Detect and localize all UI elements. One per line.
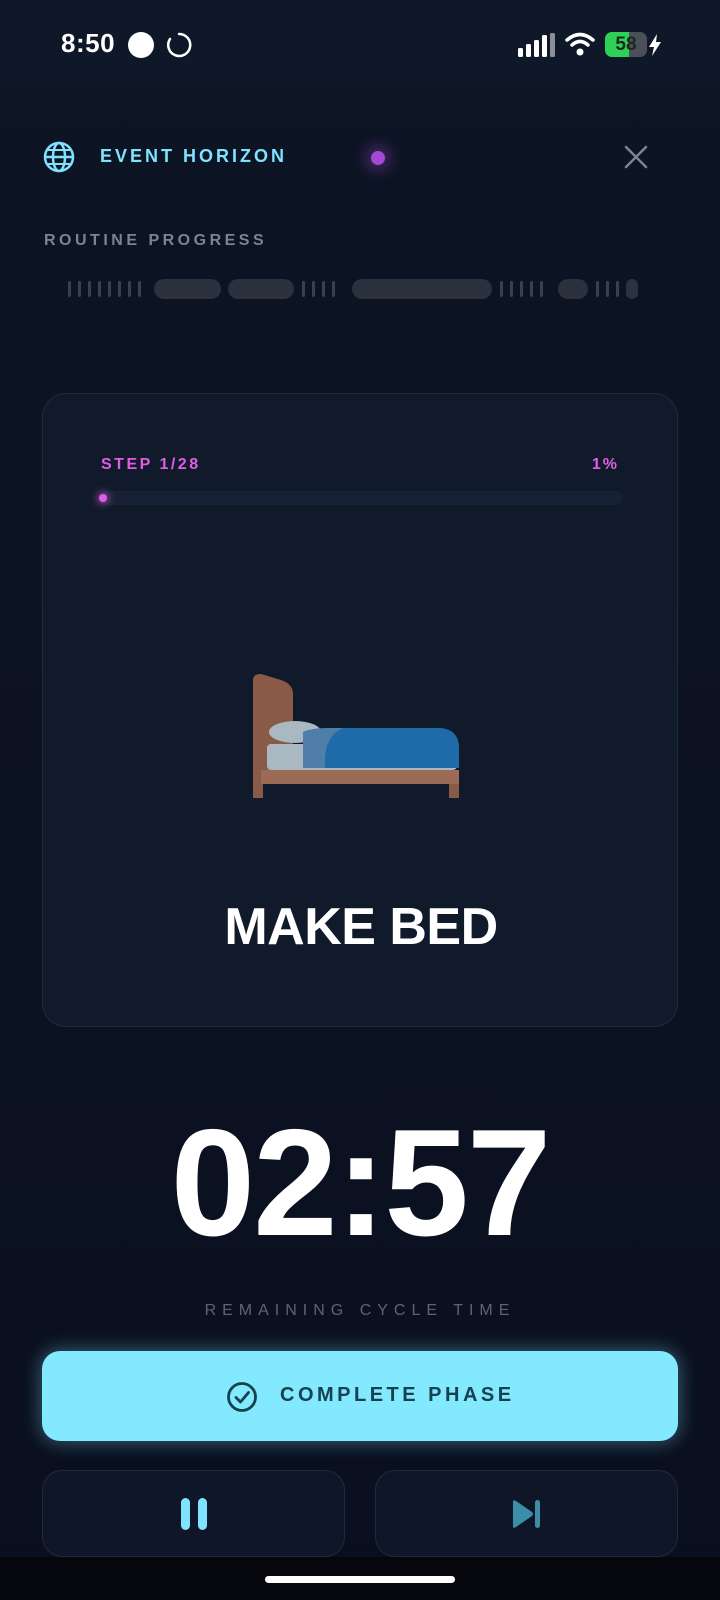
routine-tick — [128, 281, 131, 297]
bed-icon — [253, 674, 459, 798]
routine-tick — [510, 281, 513, 297]
battery-level: 58 — [615, 34, 637, 55]
routine-tick — [500, 281, 503, 297]
routine-tick — [98, 281, 101, 297]
routine-tick — [596, 281, 599, 297]
countdown-timer: 02:57 — [170, 1098, 552, 1268]
task-title: MAKE BED — [224, 898, 498, 956]
status-bar: 8:50 58 — [0, 0, 720, 88]
task-card: STEP 1/28 1% MAKE BED — [42, 393, 678, 1027]
routine-tick — [322, 281, 325, 297]
routine-segment — [558, 279, 588, 299]
routine-tick — [606, 281, 609, 297]
step-progress-track — [99, 491, 623, 505]
routine-segment — [626, 279, 638, 299]
routine-tick — [520, 281, 523, 297]
routine-tick — [616, 281, 619, 297]
routine-tick — [118, 281, 121, 297]
home-indicator[interactable] — [265, 1576, 455, 1583]
battery-indicator: 58 — [605, 32, 647, 57]
cellular-signal-icon — [518, 33, 555, 57]
skip-button[interactable] — [375, 1470, 678, 1557]
pause-icon — [181, 1498, 207, 1530]
routine-tick — [78, 281, 81, 297]
loading-ring-icon — [167, 32, 192, 58]
routine-segment — [228, 279, 294, 299]
routine-tick — [312, 281, 315, 297]
charging-bolt-icon — [649, 34, 661, 56]
routine-tick — [68, 281, 71, 297]
routine-progress-bar — [68, 279, 654, 299]
complete-phase-button[interactable]: COMPLETE PHASE — [42, 1351, 678, 1441]
complete-phase-label: COMPLETE PHASE — [280, 1384, 515, 1406]
status-glow-dot — [371, 151, 385, 165]
routine-tick — [108, 281, 111, 297]
globe-icon[interactable] — [43, 141, 75, 173]
timer-caption: REMAINING CYCLE TIME — [204, 1302, 516, 1319]
routine-tick — [302, 281, 305, 297]
recording-dot-icon — [128, 32, 154, 58]
check-circle-icon — [227, 1382, 257, 1412]
step-percent: 1% — [591, 456, 619, 473]
routine-tick — [332, 281, 335, 297]
routine-tick — [530, 281, 533, 297]
skip-next-icon — [513, 1500, 540, 1528]
routine-segment — [352, 279, 492, 299]
pause-button[interactable] — [42, 1470, 345, 1557]
step-progress-fill — [99, 494, 108, 502]
routine-tick — [138, 281, 141, 297]
wifi-icon — [565, 32, 595, 56]
routine-tick — [88, 281, 91, 297]
close-icon[interactable] — [624, 145, 648, 169]
app-title: EVENT HORIZON — [100, 146, 288, 166]
status-time: 8:50 — [61, 28, 116, 58]
routine-tick — [540, 281, 543, 297]
routine-segment — [154, 279, 221, 299]
step-counter: STEP 1/28 — [101, 456, 201, 473]
routine-progress-label: ROUTINE PROGRESS — [44, 232, 268, 249]
app-screen: 8:50 58 EVENT HORIZON ROUTINE PROGRESS S… — [0, 0, 720, 1600]
